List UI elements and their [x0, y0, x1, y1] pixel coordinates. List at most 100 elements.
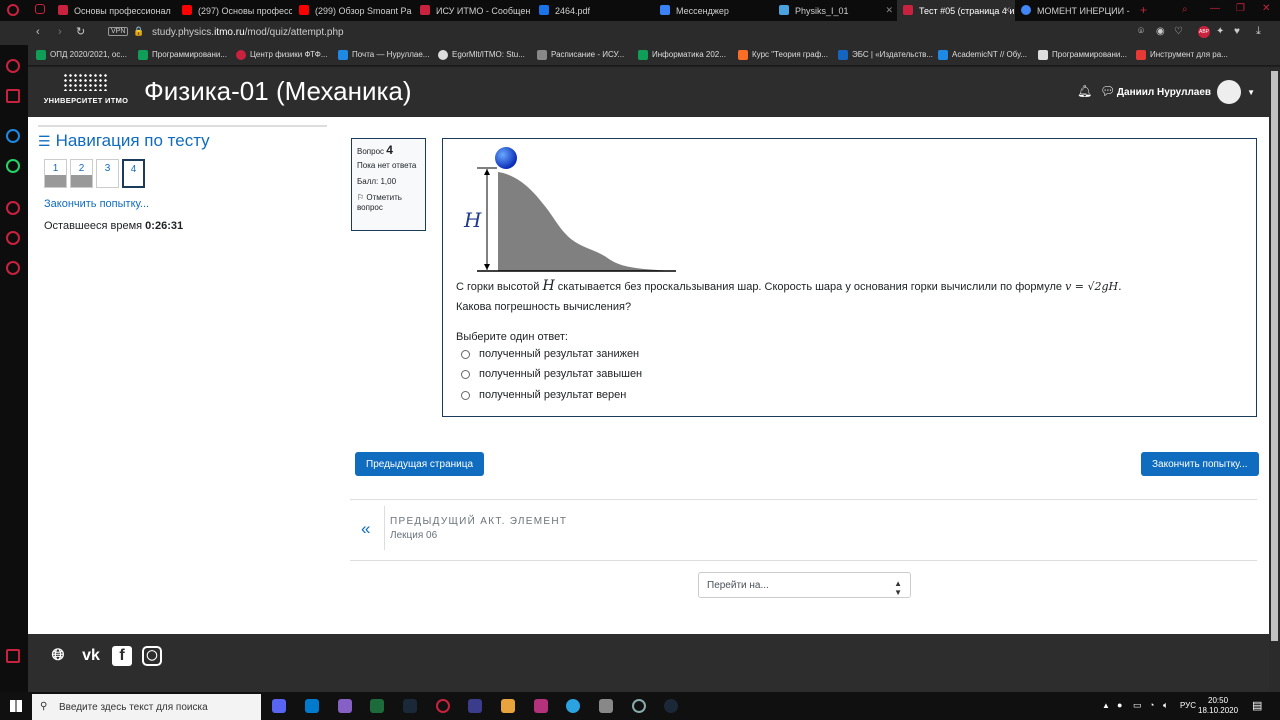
maximize-icon[interactable]: ❐: [1236, 3, 1245, 14]
flag-question[interactable]: ⚐ Отметить вопрос: [357, 193, 420, 213]
double-chevron-left-icon[interactable]: «: [361, 519, 370, 539]
tab-1[interactable]: Основы профессионал: [52, 0, 172, 21]
url-field[interactable]: study.physics.itmo.ru/mod/quiz/attempt.p…: [152, 27, 344, 38]
extensions-icon[interactable]: [6, 649, 20, 663]
scrollbar[interactable]: [1269, 67, 1280, 692]
question-button-1[interactable]: 1: [44, 159, 67, 188]
tab-4[interactable]: ИСУ ИТМО - Сообщен: [414, 0, 533, 21]
lock-icon[interactable]: 🔒: [133, 26, 144, 37]
steam-icon[interactable]: [403, 699, 417, 713]
close-window-icon[interactable]: ✕: [1262, 3, 1270, 14]
radio-button[interactable]: [461, 349, 470, 359]
tab-8-active[interactable]: Тест #05 (страница 4 и ✕: [897, 0, 1015, 21]
itmo-logo[interactable]: УНИВЕРСИТЕТ ИТМО: [42, 73, 130, 105]
facebook-icon[interactable]: f: [112, 646, 132, 666]
vpn-badge[interactable]: VPN: [108, 27, 129, 36]
bookmark-item[interactable]: Расписание - ИСУ...: [537, 50, 624, 60]
answer-option-3[interactable]: полученный результат верен: [461, 389, 626, 401]
taskbar-search[interactable]: ⚲ Введите здесь текст для поиска: [32, 694, 261, 720]
history-icon[interactable]: [6, 59, 20, 73]
network-icon[interactable]: ◔: [1149, 700, 1154, 710]
box-icon[interactable]: [6, 231, 20, 245]
taskbar-clock[interactable]: 20:50 18.10.2020: [1198, 696, 1238, 716]
language-indicator[interactable]: РУС: [1180, 701, 1196, 710]
notifications-icon[interactable]: ▤: [1252, 699, 1262, 712]
battery-icon[interactable]: ▭: [1133, 700, 1142, 711]
bell-icon[interactable]: 🔔︎: [1077, 84, 1092, 98]
chevron-up-icon[interactable]: ▲: [1102, 701, 1110, 710]
tab-5[interactable]: 2464.pdf: [533, 0, 652, 21]
puzzle-icon[interactable]: ✦: [1216, 26, 1224, 37]
option-label[interactable]: полученный результат занижен: [479, 348, 639, 360]
globe-icon[interactable]: 🌐︎: [48, 646, 68, 666]
volume-icon[interactable]: 🔈︎: [1163, 700, 1168, 711]
messenger-icon[interactable]: [6, 129, 20, 143]
question-button-2[interactable]: 2: [70, 159, 93, 188]
opera-icon[interactable]: [436, 699, 450, 713]
heart-icon[interactable]: ♡: [1174, 26, 1183, 37]
steam-icon[interactable]: [664, 699, 678, 713]
answer-option-1[interactable]: полученный результат занижен: [461, 348, 639, 360]
vscode-icon[interactable]: [305, 699, 319, 713]
previous-activity[interactable]: « ПРЕДЫДУЩИЙ АКТ. ЭЛЕМЕНТ Лекция 06: [350, 499, 1257, 561]
download-icon[interactable]: ⤓: [1256, 25, 1261, 38]
tab-7[interactable]: Physiks_I_01 ✕: [773, 0, 897, 21]
adblock-icon[interactable]: ABP: [1198, 26, 1210, 38]
telegram-icon[interactable]: [566, 699, 580, 713]
intellij-icon[interactable]: [468, 699, 482, 713]
instagram-icon[interactable]: ◯: [142, 646, 162, 666]
tab-2[interactable]: (297) Основы професс: [176, 0, 292, 21]
bookmark-item[interactable]: EgorMlt/ITMO: Stu...: [438, 50, 525, 60]
bookmark-item[interactable]: Программировани...: [138, 50, 227, 60]
bookmark-item[interactable]: Информатика 202...: [638, 50, 726, 60]
close-icon[interactable]: ✕: [885, 5, 893, 16]
tab-3[interactable]: (299) Обзор Smoant Pa: [293, 0, 412, 21]
reload-icon[interactable]: ↻: [76, 25, 85, 38]
radio-button[interactable]: [461, 369, 470, 379]
new-tab-icon[interactable]: +: [1140, 3, 1147, 17]
previous-page-button[interactable]: Предыдущая страница: [355, 452, 485, 476]
bookmark-item[interactable]: ОПД 2020/2021, ос...: [36, 50, 127, 60]
jetbrains-icon[interactable]: [534, 699, 548, 713]
answer-option-2[interactable]: полученный результат завышен: [461, 368, 642, 380]
messenger-tab-icon[interactable]: [35, 4, 45, 14]
mic-icon[interactable]: ●: [1117, 700, 1122, 710]
menu-icon[interactable]: ☰: [38, 133, 51, 150]
finish-attempt-link[interactable]: Закончить попытку...: [44, 198, 327, 210]
bookmark-item[interactable]: Почта — Нуруллае...: [338, 50, 429, 60]
forward-icon[interactable]: ›: [58, 26, 62, 38]
option-label[interactable]: полученный результат верен: [479, 389, 626, 401]
vk-icon[interactable]: vk: [78, 646, 104, 666]
minimize-icon[interactable]: —: [1210, 3, 1220, 14]
opera-logo-icon[interactable]: [7, 4, 19, 16]
visual-studio-icon[interactable]: [338, 699, 352, 713]
app-icon[interactable]: [370, 699, 384, 713]
option-label[interactable]: полученный результат завышен: [479, 368, 642, 380]
scrollbar-thumb[interactable]: [1271, 71, 1278, 641]
settings-icon[interactable]: [6, 261, 20, 275]
tool-icon[interactable]: [599, 699, 613, 713]
bookmark-icon[interactable]: ♥: [1234, 26, 1240, 37]
bookmark-item[interactable]: AcademicNT // Обу...: [938, 50, 1027, 60]
chat-icon[interactable]: 💬︎: [1100, 84, 1115, 98]
bookmark-item[interactable]: ЭБС | «Издательств...: [838, 50, 933, 60]
discord-icon[interactable]: [272, 699, 286, 713]
question-button-3[interactable]: 3: [96, 159, 119, 188]
shield-icon[interactable]: ◉: [1156, 26, 1165, 37]
windows-start-icon[interactable]: [10, 700, 22, 712]
radio-button[interactable]: [461, 390, 470, 400]
bookmark-item[interactable]: Инструмент для ра...: [1136, 50, 1228, 60]
finish-attempt-button[interactable]: Закончить попытку...: [1141, 452, 1259, 476]
bookmark-item[interactable]: Программировани...: [1038, 50, 1127, 60]
twitch-icon[interactable]: [6, 89, 20, 103]
tab-9[interactable]: МОМЕНТ ИНЕРЦИИ -: [1015, 0, 1135, 21]
jump-to-select[interactable]: Перейти на... ▲ ▼: [698, 572, 911, 598]
prev-activity-name[interactable]: Лекция 06: [390, 530, 437, 541]
bookmark-item[interactable]: Центр физики ФТФ...: [236, 50, 328, 60]
clock-icon[interactable]: [6, 201, 20, 215]
app-circle-icon[interactable]: [632, 699, 646, 713]
sublime-icon[interactable]: [501, 699, 515, 713]
course-title[interactable]: Физика-01 (Механика): [144, 76, 412, 107]
camera-icon[interactable]: ⌾: [1138, 26, 1144, 37]
user-menu[interactable]: Даниил Нуруллаев ▼: [1117, 80, 1255, 104]
